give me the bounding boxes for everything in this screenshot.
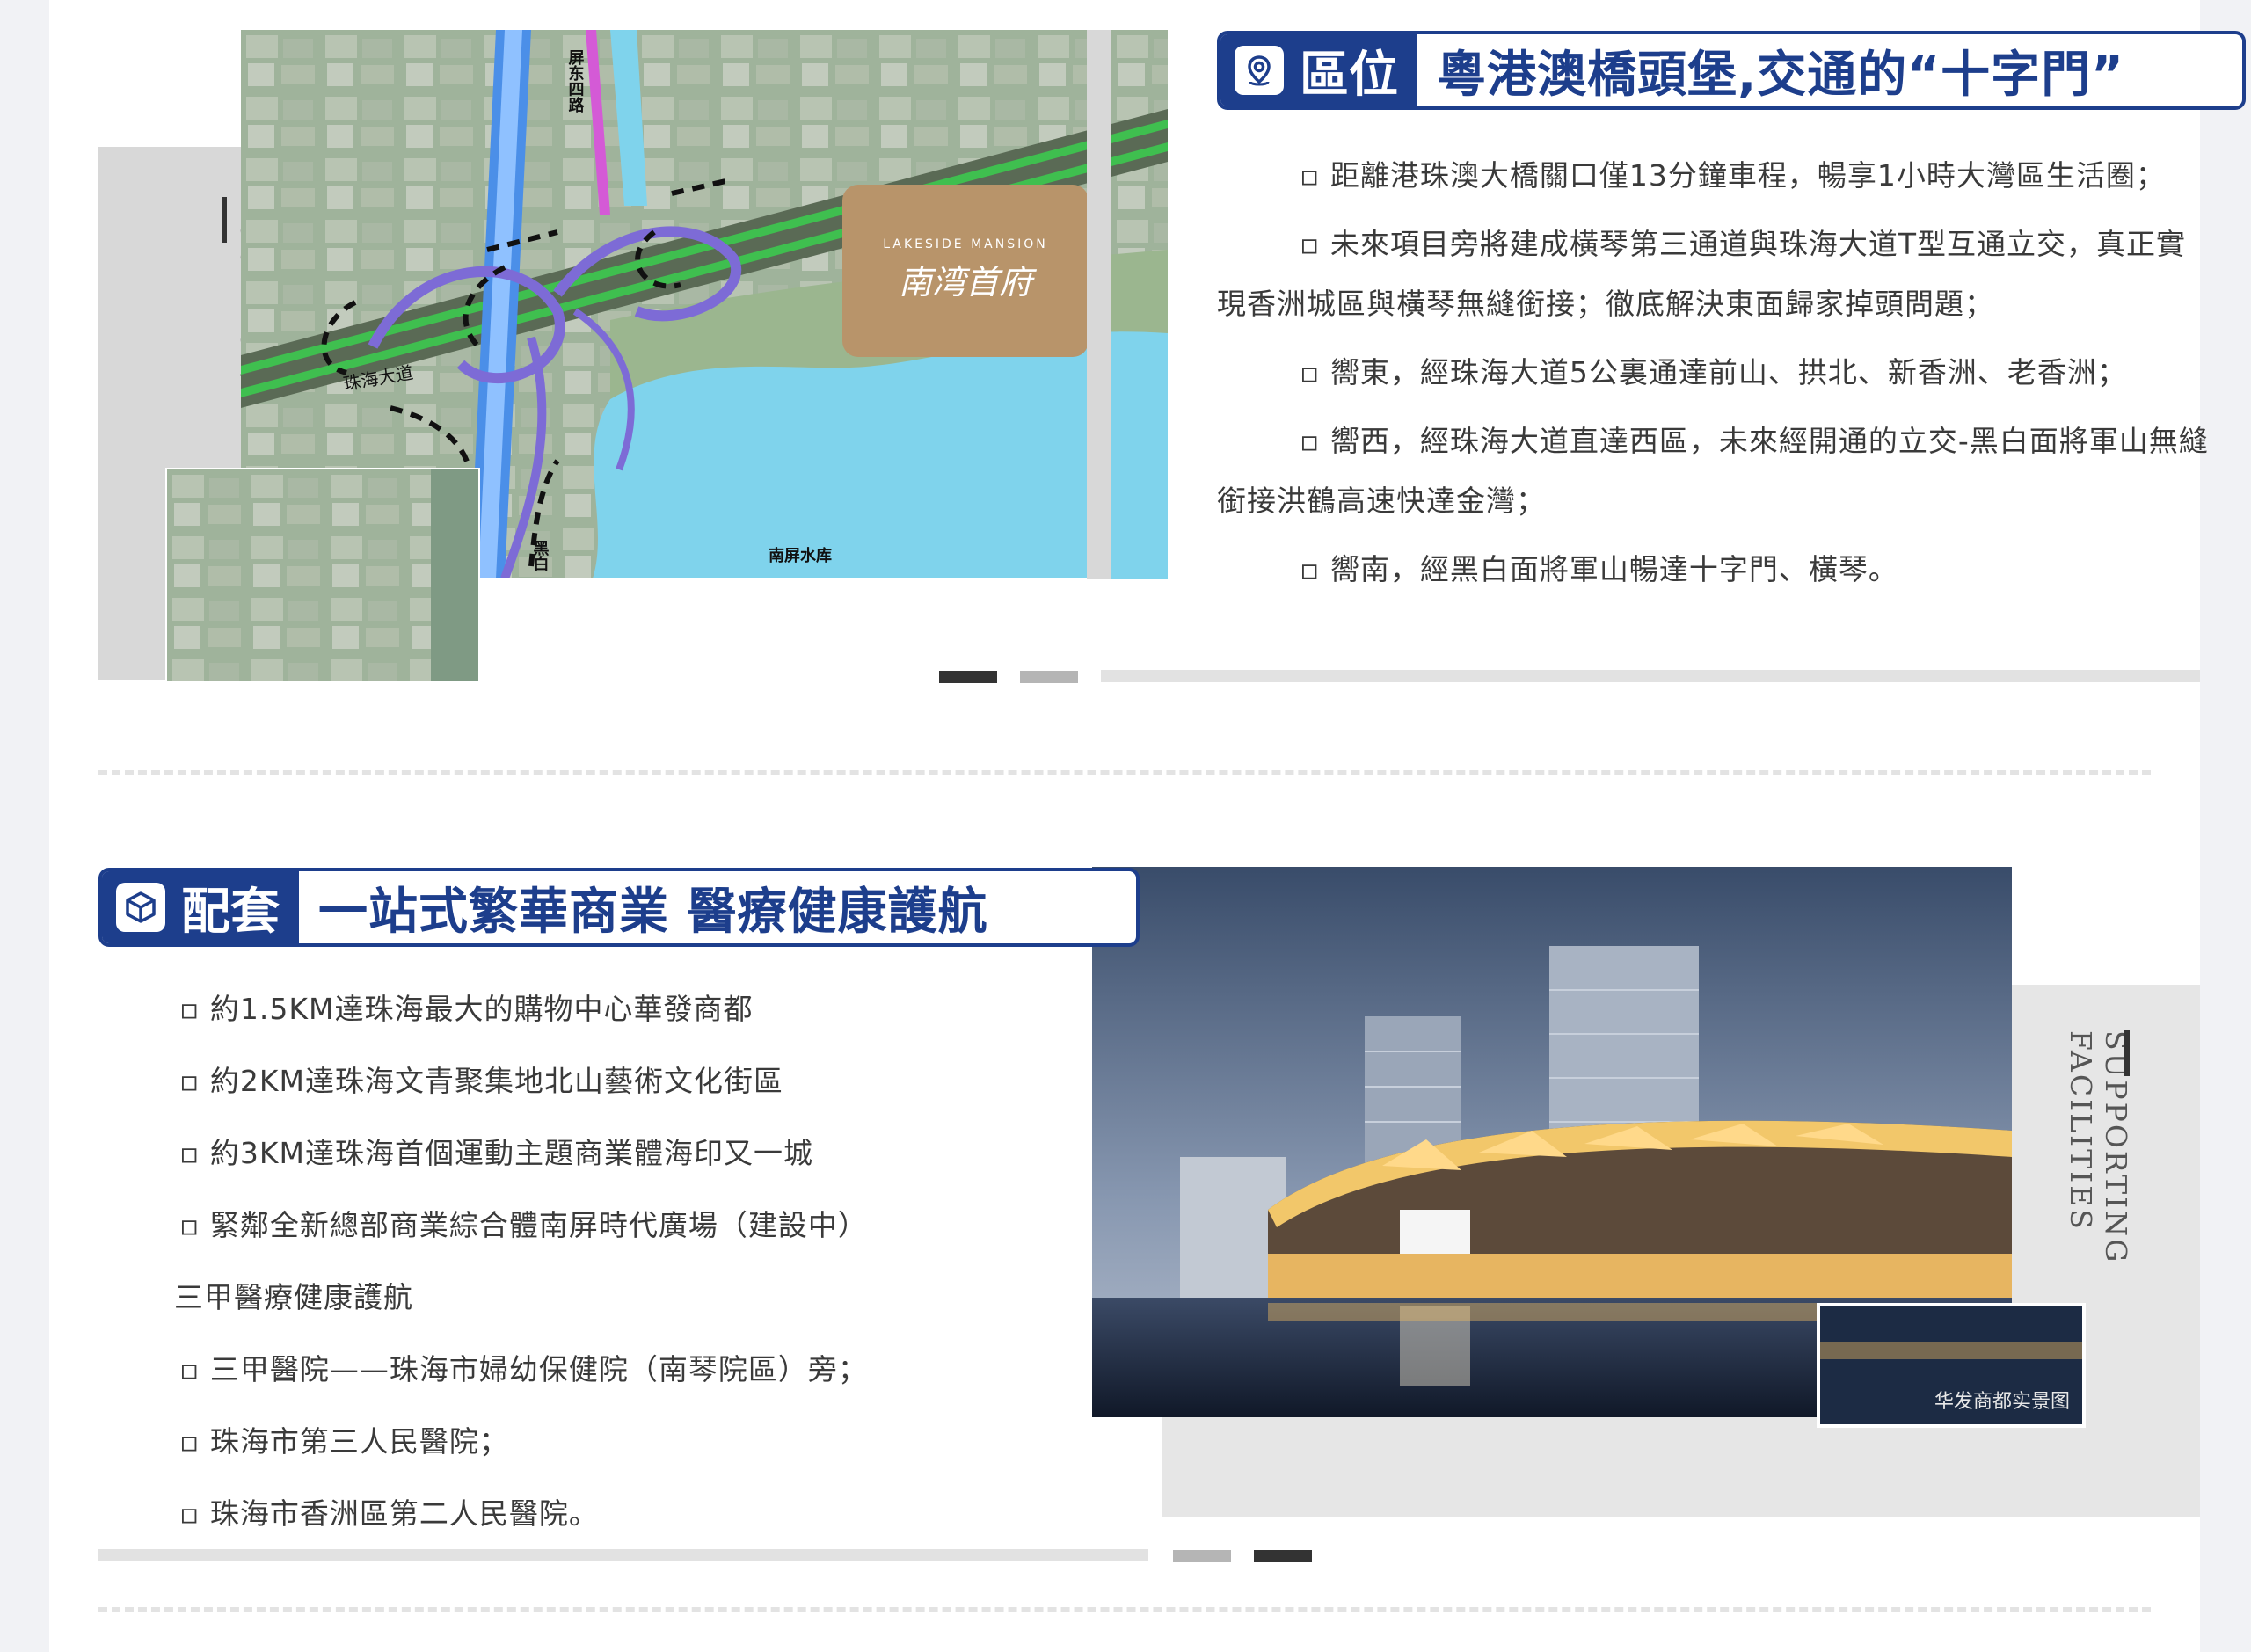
section-divider: [98, 770, 2151, 775]
label-bar: [2124, 1030, 2130, 1076]
facilities-vertical-label: SUPPORTING FACILITIES: [2063, 1030, 2133, 1265]
inset-graphic: [167, 469, 478, 681]
location-description: ▫ 距離港珠澳大橋關口僅13分鐘車程，暢享1小時大灣區生活圈； ▫ 未來項目旁將…: [1217, 146, 2211, 608]
facility-item: ▫ 約3KM達珠海首個運動主題商業體海印又一城: [179, 1136, 813, 1170]
facility-item: ▫ 約2KM達珠海文青聚集地北山藝術文化街區: [179, 1064, 783, 1098]
project-chinese-name: 南湾首府: [899, 263, 1038, 302]
facilities-tag-label: 配套: [181, 883, 280, 941]
location-title-text: 粵港澳橋頭堡,交通的“十字門”: [1437, 46, 2124, 104]
facilities-label-text: SUPPORTING FACILITIES: [2064, 1030, 2133, 1265]
map-pin-icon: [1235, 46, 1284, 95]
location-tag-label: 區位: [1300, 46, 1398, 104]
map-inset-thumbnail[interactable]: [165, 468, 480, 683]
facility-item: ▫ 珠海市第三人民醫院；: [179, 1424, 509, 1459]
location-tag: 區位: [1220, 34, 1417, 106]
section-divider: [98, 1607, 2151, 1612]
carousel-dot-active[interactable]: [1254, 1550, 1312, 1562]
facility-item: ▫ 三甲醫院——珠海市婦幼保健院（南琴院區）旁；: [179, 1352, 868, 1386]
section-underline: [98, 1549, 1148, 1561]
carousel-dot[interactable]: [1020, 671, 1078, 683]
facility-item: ▫ 約1.5KM達珠海最大的購物中心華發商都: [179, 992, 754, 1026]
map-caption-area: [478, 578, 1087, 680]
reservoir-label: 南屏水库: [769, 546, 832, 565]
facility-item: ▫ 緊鄰全新總部商業綜合體南屏時代廣場（建設中）: [179, 1208, 868, 1242]
carousel-dot[interactable]: [1173, 1550, 1231, 1562]
facilities-section-title: 配套 一站式繁華商業 醫療健康護航: [98, 868, 1140, 947]
location-point: ▫ 未來項目旁將建成橫琴第三通道與珠海大道T型互通立交，真正實現香洲城區與橫琴無…: [1217, 227, 2187, 321]
label-bar: [222, 197, 227, 243]
project-english-name: LAKESIDE MANSION: [883, 237, 1047, 251]
cube-box-icon: [116, 883, 165, 932]
location-point: ▫ 嚮東，經珠海大道5公裏通達前山、拱北、新香洲、老香洲；: [1300, 355, 2127, 389]
section-underline: [1101, 670, 2200, 682]
facilities-title-text: 一站式繁華商業 醫療健康護航: [318, 883, 988, 941]
facility-subheading: 三甲醫療健康護航: [174, 1280, 413, 1314]
mall-photo-thumbnail[interactable]: 华发商都实景图: [1817, 1303, 2086, 1428]
photo-caption: 华发商都实景图: [1934, 1391, 2070, 1413]
carousel-dot-active[interactable]: [939, 671, 997, 683]
road-label-south: 黑白: [531, 540, 550, 572]
page-container: LOCATION: [49, 0, 2246, 1652]
location-point: ▫ 距離港珠澳大橋關口僅13分鐘車程，暢享1小時大灣區生活圈；: [1300, 158, 2166, 193]
facilities-tag: 配套: [102, 871, 299, 943]
facilities-list: ▫ 約1.5KM達珠海最大的購物中心華發商都 ▫ 約2KM達珠海文青聚集地北山藝…: [174, 983, 1059, 1560]
road-label-east: 屏东四路: [566, 49, 585, 113]
location-point: ▫ 嚮南，經黑白面將軍山暢達十字門、橫琴。: [1300, 552, 1898, 586]
map-frame-strip: [1087, 30, 1111, 579]
location-section-title: 區位 粵港澳橋頭堡,交通的“十字門”: [1217, 31, 2246, 110]
location-point: ▫ 嚮西，經珠海大道直達西區，未來經開通的立交-黑白面將軍山無縫銜接洪鶴高速快達…: [1217, 424, 2209, 518]
